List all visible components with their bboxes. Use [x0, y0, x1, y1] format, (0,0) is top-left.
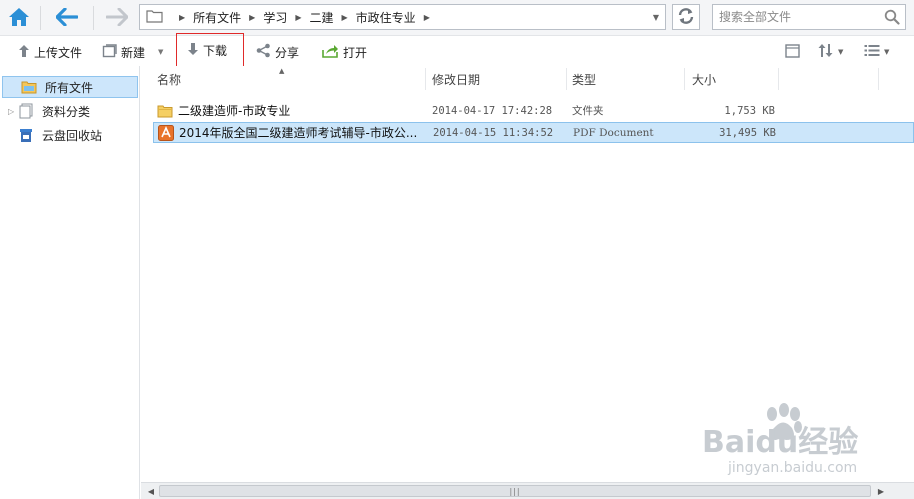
file-type: PDF Document: [573, 126, 654, 139]
pdf-icon: [158, 124, 174, 141]
table-row[interactable]: 二级建造师-市政专业 2014-04-17 17:42:28 文件夹 1,753…: [153, 100, 914, 121]
share-button[interactable]: 分享: [252, 39, 303, 65]
upload-button[interactable]: 上传文件: [14, 39, 86, 65]
search-input[interactable]: [713, 5, 878, 29]
chevron-right-icon: ▶: [249, 12, 256, 22]
share-label: 分享: [275, 45, 300, 60]
sidebar-item-label: 所有文件: [45, 80, 94, 95]
column-divider[interactable]: [425, 68, 426, 90]
file-name-cell: 2014年版全国二级建造师考试辅导-市政公...: [158, 123, 422, 142]
all-files-icon: [21, 79, 37, 95]
caret-down-icon: ▼: [158, 48, 164, 56]
arrow-right-icon: [105, 7, 129, 29]
refresh-icon: [677, 7, 695, 28]
scrollbar-thumb[interactable]: |||: [159, 485, 871, 497]
chevron-right-icon: ▶: [179, 12, 186, 22]
new-folder-icon: [102, 43, 117, 61]
new-label: 新建: [121, 45, 146, 60]
column-header-size[interactable]: 大小: [688, 66, 716, 92]
open-icon: [322, 44, 339, 61]
file-size: 31,495 KB: [719, 126, 776, 139]
documents-icon: [18, 103, 34, 119]
toolbar: 上传文件 新建 ▼ 下载 分享 打开 ▼ ▼: [0, 33, 914, 67]
column-divider[interactable]: [778, 68, 779, 90]
sort-ascending-icon: ▲: [279, 67, 285, 75]
home-button[interactable]: [4, 4, 34, 32]
breadcrumb-item[interactable]: 市政住专业: [356, 9, 416, 26]
list-view-icon: [864, 44, 880, 60]
download-button[interactable]: 下载: [176, 33, 244, 67]
table-row[interactable]: 2014年版全国二级建造师考试辅导-市政公... 2014-04-15 11:3…: [153, 122, 914, 143]
sidebar-item-label: 资料分类: [42, 104, 91, 119]
navigation-bar: ▶ 所有文件 ▶ 学习 ▶ 二建 ▶ 市政住专业 ▶ ▼: [0, 0, 914, 36]
column-header-date[interactable]: 修改日期: [428, 66, 480, 92]
arrow-left-icon: [55, 6, 79, 29]
forward-button[interactable]: [102, 4, 132, 32]
file-name-cell: 二级建造师-市政专业: [157, 100, 421, 121]
breadcrumb-item[interactable]: 二建: [310, 9, 334, 26]
folder-icon: [146, 9, 163, 26]
caret-down-icon: ▼: [884, 48, 890, 56]
upload-label: 上传文件: [34, 45, 83, 60]
sidebar-item-categories[interactable]: ▷ 资料分类: [0, 100, 139, 122]
preview-pane-button[interactable]: [781, 39, 804, 65]
chevron-right-icon: ▶: [423, 12, 430, 22]
breadcrumb-item[interactable]: 所有文件: [193, 9, 241, 26]
breadcrumb-item[interactable]: 学习: [263, 9, 287, 26]
open-label: 打开: [343, 45, 368, 60]
refresh-button[interactable]: [672, 4, 700, 30]
sidebar-item-all-files[interactable]: 所有文件: [2, 76, 138, 98]
view-mode-button[interactable]: ▼: [860, 39, 893, 65]
file-name: 二级建造师-市政专业: [178, 104, 291, 118]
column-header-row: 名称 ▲ 修改日期 类型 大小: [141, 66, 914, 92]
column-header-name[interactable]: 名称: [153, 66, 181, 92]
file-date: 2014-04-17 17:42:28: [432, 104, 553, 117]
download-label: 下载: [203, 43, 228, 58]
sort-icon: [818, 43, 834, 61]
file-type: 文件夹: [572, 105, 604, 117]
chevron-right-icon: ▶: [295, 12, 302, 22]
sort-button[interactable]: ▼: [814, 39, 847, 65]
chevron-down-icon[interactable]: ▼: [653, 13, 659, 22]
file-size: 1,753 KB: [724, 104, 775, 117]
file-date: 2014-04-15 11:34:52: [433, 126, 554, 139]
watermark-brand: Baidu经验: [702, 425, 858, 460]
sidebar-item-label: 云盘回收站: [42, 128, 103, 143]
address-bar[interactable]: ▶ 所有文件 ▶ 学习 ▶ 二建 ▶ 市政住专业 ▶ ▼: [139, 4, 666, 30]
home-icon: [8, 7, 30, 30]
column-divider[interactable]: [684, 68, 685, 90]
share-icon: [256, 43, 271, 61]
download-icon: [187, 42, 199, 59]
upload-icon: [18, 44, 30, 61]
scroll-right-icon[interactable]: ▶: [874, 485, 888, 497]
search-icon[interactable]: [884, 9, 900, 28]
scroll-left-icon[interactable]: ◀: [144, 485, 158, 497]
open-button[interactable]: 打开: [318, 39, 371, 65]
search-box: [712, 4, 906, 30]
expand-arrow-icon[interactable]: ▷: [8, 107, 18, 116]
sidebar: 所有文件 ▷ 资料分类 云盘回收站: [0, 66, 140, 499]
nav-divider: [40, 6, 41, 30]
back-button[interactable]: [52, 4, 82, 32]
column-header-type[interactable]: 类型: [568, 66, 596, 92]
baidu-watermark: Baidu经验 jingyan.baidu.com: [700, 400, 880, 480]
column-divider[interactable]: [878, 68, 879, 90]
column-divider[interactable]: [566, 68, 567, 90]
chevron-right-icon: ▶: [341, 12, 348, 22]
watermark-url: jingyan.baidu.com: [727, 460, 857, 476]
horizontal-scrollbar[interactable]: ◀ ||| ▶: [141, 482, 914, 499]
nav-divider: [93, 6, 94, 30]
caret-down-icon: ▼: [838, 48, 844, 56]
new-button[interactable]: 新建: [98, 39, 149, 65]
recycle-bin-icon: [18, 127, 34, 143]
folder-icon: [157, 103, 173, 119]
window-icon: [785, 43, 800, 61]
sidebar-item-recycle-bin[interactable]: 云盘回收站: [0, 124, 139, 146]
new-dropdown-button[interactable]: ▼: [154, 39, 167, 65]
file-name: 2014年版全国二级建造师考试辅导-市政公...: [179, 126, 418, 140]
